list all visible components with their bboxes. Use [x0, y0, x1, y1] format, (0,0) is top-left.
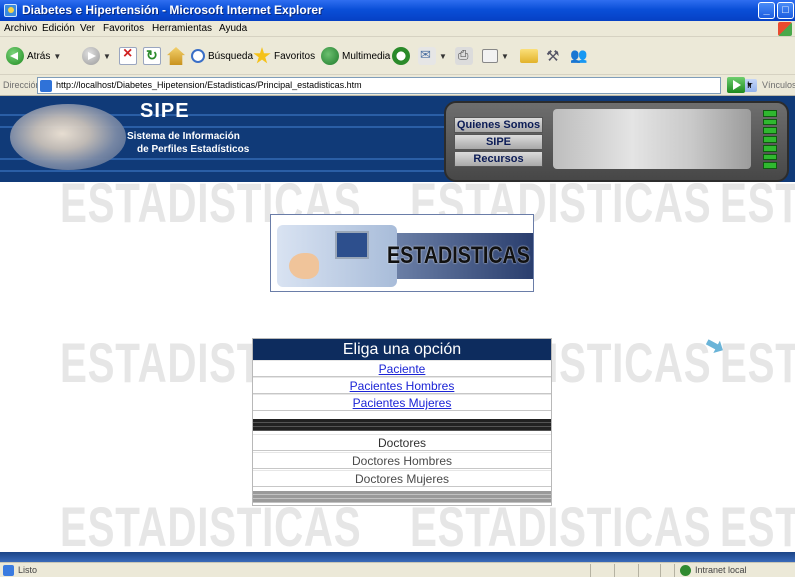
link-pacientes-mujeres[interactable]: Pacientes Mujeres — [253, 394, 551, 411]
nav-panel: Quienes Somos SIPE Recursos — [444, 101, 789, 182]
menu-archivo[interactable]: Archivo — [4, 23, 37, 34]
forward-arrow-icon — [82, 47, 100, 65]
menu-ayuda[interactable]: Ayuda — [219, 23, 247, 34]
address-input[interactable]: http://localhost/Diabetes_Hipetension/Es… — [37, 77, 757, 94]
go-button[interactable] — [727, 77, 745, 93]
search-icon — [191, 49, 205, 63]
print-button[interactable] — [455, 45, 473, 67]
page-content: ESTADISTICAS ESTADISTICAS ESTADISTICAS E… — [0, 96, 795, 562]
address-url: http://localhost/Diabetes_Hipetension/Es… — [56, 80, 362, 90]
item-doctores: Doctores — [253, 434, 551, 451]
monitor-icon — [335, 231, 369, 259]
chevron-down-icon: ▼ — [103, 51, 111, 61]
banner-text: ESTADISTICAS — [387, 242, 530, 269]
intranet-icon — [680, 565, 691, 576]
header-photo — [10, 104, 126, 170]
link-pacientes-hombres[interactable]: Pacientes Hombres — [253, 377, 551, 394]
media-button[interactable]: Multimedia — [321, 45, 390, 67]
status-bar: Listo Intranet local — [0, 562, 795, 577]
minimize-button[interactable]: _ — [758, 2, 775, 19]
stop-icon — [119, 45, 137, 65]
stop-button[interactable] — [119, 45, 137, 67]
windows-logo-icon — [778, 22, 792, 36]
chevron-down-icon: ▼ — [501, 51, 509, 61]
separator — [253, 419, 551, 431]
options-heading: Eliga una opción — [253, 339, 551, 360]
tools-button[interactable] — [545, 45, 563, 67]
media-icon — [321, 47, 339, 65]
refresh-icon — [143, 47, 161, 65]
history-icon — [392, 47, 410, 65]
history-button[interactable] — [392, 45, 410, 67]
nav-display-screen — [553, 109, 751, 169]
nav-recursos[interactable]: Recursos — [454, 151, 543, 167]
page-icon — [40, 80, 52, 92]
chevron-down-icon: ▼ — [439, 51, 447, 61]
watermark: ESTADISTICAS — [720, 331, 795, 394]
link-paciente[interactable]: Paciente — [253, 360, 551, 377]
toolbar: Atrás ▼ ▼ Búsqueda Favoritos Multimedia — [0, 37, 795, 75]
maximize-button[interactable]: □ — [777, 2, 794, 19]
search-label: Búsqueda — [208, 50, 254, 62]
tools-icon — [545, 47, 563, 65]
home-icon — [167, 47, 185, 65]
level-meter — [763, 110, 777, 170]
media-label: Multimedia — [342, 50, 391, 62]
star-icon — [253, 47, 271, 64]
messenger-icon — [570, 47, 588, 65]
back-button[interactable]: Atrás ▼ — [6, 45, 61, 67]
home-button[interactable] — [167, 45, 185, 67]
address-label: Dirección — [3, 80, 41, 90]
site-subtitle-line1: Sistema de Información — [127, 131, 240, 142]
go-label[interactable]: Ir — [747, 80, 753, 90]
menu-favoritos[interactable]: Favoritos — [103, 23, 144, 34]
chevron-down-icon: ▼ — [53, 51, 62, 61]
site-header: SIPE Sistema de Información de Perfiles … — [0, 96, 795, 182]
ie-icon — [4, 4, 17, 17]
print-icon — [455, 47, 473, 65]
estadisticas-banner: ESTADISTICAS — [270, 214, 534, 292]
refresh-button[interactable] — [143, 45, 161, 67]
back-label: Atrás — [27, 50, 51, 62]
menu-bar: Archivo Edición Ver Favoritos Herramient… — [0, 21, 795, 37]
security-zone: Intranet local — [695, 565, 747, 575]
menu-herramientas[interactable]: Herramientas — [152, 23, 212, 34]
messenger-button[interactable] — [570, 45, 588, 67]
back-arrow-icon — [6, 47, 24, 65]
folder-icon — [520, 49, 538, 63]
mail-icon — [418, 47, 436, 65]
item-doctores-mujeres: Doctores Mujeres — [253, 470, 551, 487]
site-footer — [0, 552, 795, 562]
computer-illustration — [277, 225, 397, 287]
favorites-label: Favoritos — [274, 50, 316, 62]
menu-ver[interactable]: Ver — [80, 23, 95, 34]
options-menu: Eliga una opción Paciente Pacientes Homb… — [252, 338, 552, 506]
browser-window: Diabetes e Hipertensión - Microsoft Inte… — [0, 0, 795, 577]
menu-edicion[interactable]: Edición — [42, 23, 75, 34]
nav-quienes-somos[interactable]: Quienes Somos — [454, 117, 543, 133]
watermark: ESTADISTICAS — [720, 495, 795, 558]
site-subtitle-line2: de Perfiles Estadísticos — [137, 144, 250, 155]
links-label[interactable]: Vínculos — [762, 80, 795, 90]
status-text: Listo — [18, 565, 38, 575]
edit-icon — [482, 49, 498, 63]
folder-button[interactable] — [520, 45, 538, 67]
hand-icon — [289, 253, 319, 279]
separator — [253, 491, 551, 503]
page-status-icon — [3, 565, 14, 576]
address-bar: Dirección http://localhost/Diabetes_Hipe… — [0, 75, 795, 96]
forward-button[interactable]: ▼ — [82, 45, 111, 67]
favorites-button[interactable]: Favoritos — [253, 45, 315, 67]
mail-button[interactable]: ▼ — [418, 45, 447, 67]
search-button[interactable]: Búsqueda — [191, 45, 253, 67]
site-title: SIPE — [140, 100, 190, 122]
edit-button[interactable]: ▼ — [482, 45, 509, 67]
item-doctores-hombres: Doctores Hombres — [253, 452, 551, 469]
nav-sipe[interactable]: SIPE — [454, 134, 543, 150]
title-bar: Diabetes e Hipertensión - Microsoft Inte… — [0, 0, 795, 21]
window-title: Diabetes e Hipertensión - Microsoft Inte… — [22, 3, 323, 17]
